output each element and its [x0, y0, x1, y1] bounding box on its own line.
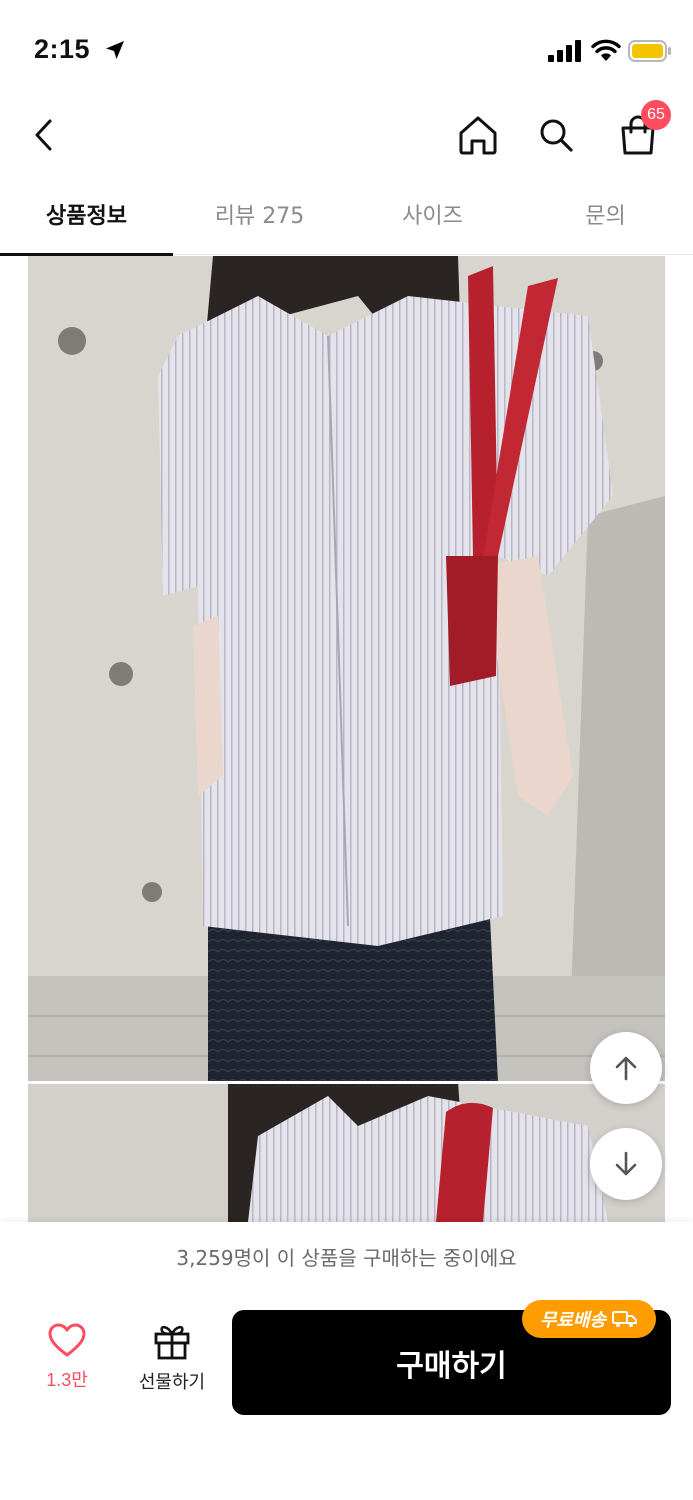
home-button[interactable] [454, 110, 502, 160]
product-tabs: 상품정보 리뷰 275 사이즈 문의 [0, 180, 693, 256]
arrow-down-icon [615, 1151, 637, 1176]
wishlist-count: 1.3만 [46, 1370, 88, 1390]
heart-icon [48, 1323, 86, 1357]
purchase-bar: 3,259명이 이 상품을 구매하는 중이에요 1.3만 선물하기 구매하기 무… [0, 1222, 693, 1500]
search-button[interactable] [532, 110, 580, 160]
product-photo [28, 256, 665, 1222]
gift-button[interactable]: 선물하기 [130, 1322, 214, 1412]
tab-inquiry[interactable]: 문의 [519, 180, 692, 255]
status-time: 2:15 [34, 34, 91, 64]
tab-product-info[interactable]: 상품정보 [0, 180, 173, 256]
tab-reviews[interactable]: 리뷰 275 [173, 180, 346, 255]
scroll-down-button[interactable] [590, 1128, 662, 1200]
wishlist-button[interactable]: 1.3만 [30, 1322, 104, 1412]
cart-count-badge: 65 [641, 100, 671, 130]
free-shipping-badge: 무료배송 [522, 1300, 656, 1338]
truck-icon [612, 1311, 638, 1327]
battery-icon [628, 40, 671, 62]
gift-icon [154, 1325, 190, 1360]
gift-label: 선물하기 [138, 1372, 206, 1393]
search-icon [540, 119, 573, 152]
arrow-up-icon [615, 1056, 637, 1081]
tab-size[interactable]: 사이즈 [346, 180, 519, 255]
wifi-icon [591, 39, 621, 61]
scroll-up-button[interactable] [590, 1032, 662, 1104]
buyer-count-notice: 3,259명이 이 상품을 구매하는 중이에요 [176, 1246, 517, 1270]
home-icon [459, 116, 497, 155]
location-arrow-icon [106, 41, 124, 59]
signal-icon [548, 40, 581, 62]
product-image-area[interactable] [28, 256, 665, 1222]
free-shipping-label: 무료배송 [539, 1310, 607, 1331]
status-bar: 2:15 [0, 0, 693, 100]
nav-bar [0, 100, 693, 172]
back-button[interactable] [20, 110, 68, 160]
back-icon [35, 119, 52, 151]
